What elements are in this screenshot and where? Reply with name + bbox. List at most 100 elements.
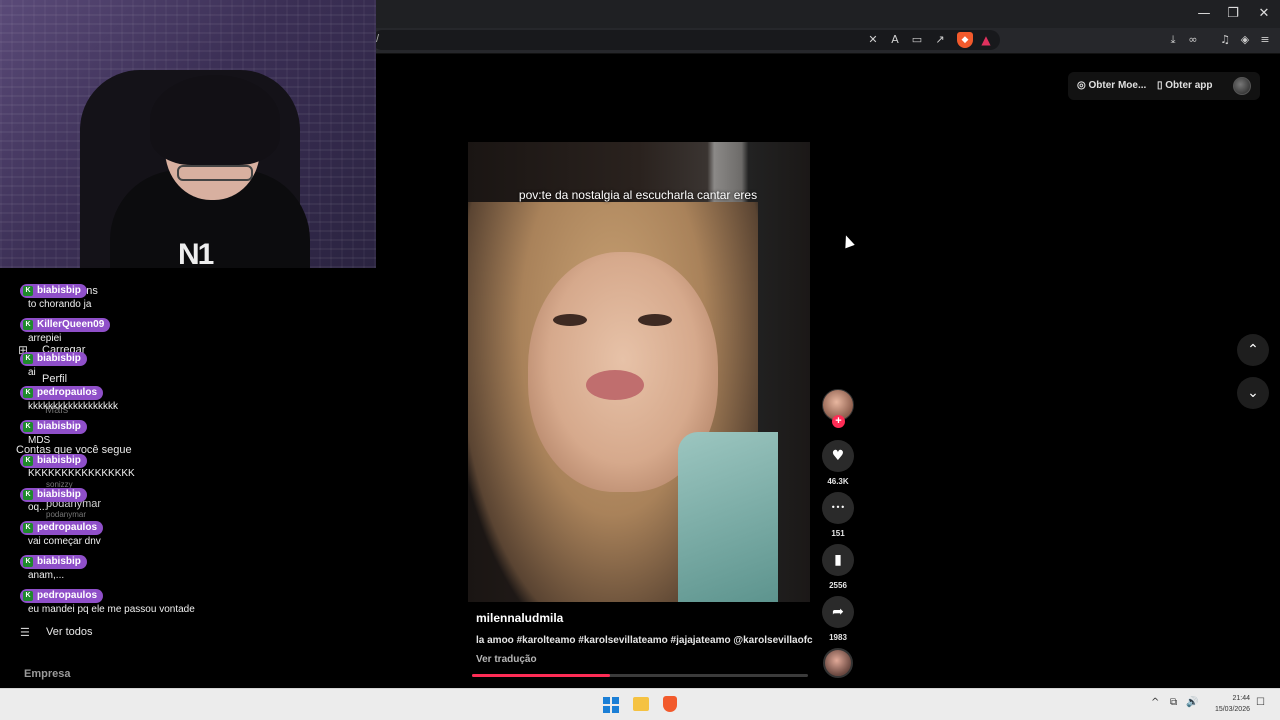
chat-username: Kbiabisbip (20, 488, 87, 502)
video-eye-right (638, 314, 672, 326)
sub-badge-icon: K (23, 422, 33, 432)
get-app-button[interactable]: ▯ Obter app (1157, 76, 1213, 96)
start-button[interactable] (603, 697, 619, 713)
sub-badge-icon: K (23, 456, 33, 466)
menu-icon[interactable]: ≡ (1257, 32, 1273, 48)
save-count: 2556 (829, 581, 847, 590)
vpn-icon[interactable]: ◈ (1237, 32, 1253, 48)
sub-badge-icon: K (23, 354, 33, 364)
company-link[interactable]: Empresa (24, 668, 70, 680)
screen: — ❐ ✕ / ✕ A ▭ ↗ ◆ ▲ ⤓ ∞ ♫ ◈ ≡ ◎ Obter Mo… (0, 0, 1280, 720)
shirt-logo: N1 (178, 238, 214, 268)
link-icon[interactable]: ∞ (1185, 32, 1201, 48)
video-description: la amoo #karolteamo #karolsevillateamo #… (476, 635, 813, 646)
previous-video-button[interactable]: ⌃ (1237, 334, 1269, 366)
brave-browser-icon[interactable] (663, 696, 677, 712)
chevron-down-icon: ⌄ (1247, 385, 1259, 401)
sub-badge-icon: K (23, 490, 33, 500)
chat-message: vai começar dnv (28, 536, 101, 547)
next-video-button[interactable]: ⌄ (1237, 377, 1269, 409)
streamer-hair (150, 75, 280, 165)
cast-icon[interactable]: ▭ (909, 32, 925, 48)
comment-button[interactable]: ••• (822, 492, 854, 524)
url-text: / (376, 33, 380, 45)
webcam-overlay: N1 (0, 0, 376, 268)
network-icon[interactable]: ⧉ (1170, 697, 1177, 708)
share-arrow-icon: ➦ (832, 604, 844, 620)
share-icon[interactable]: ↗ (932, 32, 948, 48)
windows-logo-icon (603, 697, 610, 704)
get-coins-button[interactable]: ◎ Obter Moe... (1077, 76, 1146, 96)
video-author[interactable]: milennaludmila (476, 611, 563, 625)
chat-message: arrepiei (28, 333, 62, 344)
sub-badge-icon: K (23, 286, 33, 296)
clock[interactable]: 21:44 15/03/2026 (1206, 693, 1250, 715)
profile-avatar[interactable] (1233, 77, 1251, 95)
notifications-icon[interactable]: ☐ (1256, 697, 1265, 708)
music-disc[interactable] (823, 648, 853, 678)
chat-username: Kpedropaulos (20, 589, 104, 603)
windows-logo-tile (612, 697, 619, 704)
video-lips (586, 370, 644, 400)
windows-logo-tile (603, 706, 610, 713)
windows-logo-tile (612, 706, 619, 713)
clock-date: 15/03/2026 (1214, 706, 1250, 713)
see-all-link[interactable]: Ver todos (46, 626, 92, 638)
share-button[interactable]: ➦ (822, 596, 854, 628)
chat-username: K KillerQueen09 (20, 318, 111, 332)
following-account-handle: podanymar (46, 510, 87, 519)
bookmark-icon: ▮ (834, 552, 842, 568)
save-button[interactable]: ▮ (822, 544, 854, 576)
video-player[interactable]: pov:te da nostalgia al escucharla cantar… (468, 142, 810, 602)
list-icon: ☰ (20, 627, 30, 639)
video-clothing (678, 432, 778, 602)
sidebar-item-profile[interactable]: Perfil (42, 373, 67, 385)
chat-username: Kbiabisbip (20, 420, 87, 434)
share-count: 1983 (829, 633, 847, 642)
follow-button[interactable]: + (832, 415, 845, 428)
like-count: 46.3K (827, 477, 849, 486)
brave-rewards-icon[interactable]: ▲ (978, 32, 994, 48)
music-icon[interactable]: ♫ (1217, 32, 1233, 48)
chat-message: anam,... (28, 570, 65, 581)
chat-username: Kpedropaulos (20, 386, 104, 400)
download-icon[interactable]: ⤓ (1165, 32, 1181, 48)
address-bar[interactable] (372, 30, 1000, 50)
video-progress-fill (472, 674, 610, 677)
see-translation-link[interactable]: Ver tradução (476, 654, 537, 665)
chat-message: KKKKKKKKKKKKKKKK (28, 468, 135, 479)
chat-message: eu mandei pq ele me passou vontade (28, 604, 195, 615)
comment-icon: ••• (830, 503, 846, 512)
video-progress-bar[interactable] (472, 674, 808, 677)
heart-icon: ♥ (831, 448, 845, 464)
coin-icon: ◎ (1077, 80, 1089, 91)
chat-username: Kpedropaulos (20, 521, 104, 535)
brave-shield-icon[interactable]: ◆ (957, 32, 973, 48)
sub-badge-icon: K (23, 557, 33, 567)
chat-username: Kbiabisbip (20, 555, 87, 569)
sub-badge-icon: K (23, 523, 33, 533)
sub-badge-icon: K (23, 320, 33, 330)
volume-icon[interactable]: 🔊 (1186, 697, 1198, 708)
tray-overflow-icon[interactable]: ^ (1151, 697, 1159, 708)
translate-off-icon[interactable]: ✕ (865, 32, 881, 48)
chat-username: Kbiabisbip (20, 284, 87, 298)
video-eye-left (553, 314, 587, 326)
like-button[interactable]: ♥ (822, 440, 854, 472)
translate-icon[interactable]: A (887, 32, 903, 48)
chat-message: ai (28, 367, 36, 378)
minimize-button[interactable]: — (1189, 4, 1219, 24)
file-explorer-icon[interactable] (633, 697, 649, 711)
video-caption: pov:te da nostalgia al escucharla cantar… (518, 188, 758, 202)
chat-message: MDS (28, 435, 51, 446)
sub-badge-icon: K (23, 388, 33, 398)
chat-message: oq... (28, 502, 48, 513)
chat-username: Kbiabisbip (20, 454, 87, 468)
close-window-button[interactable]: ✕ (1249, 4, 1279, 24)
chat-message: to chorando ja (28, 299, 92, 310)
maximize-button[interactable]: ❐ (1218, 4, 1248, 24)
clock-time: 21:44 (1232, 695, 1250, 702)
mouse-cursor (841, 233, 855, 249)
chevron-up-icon: ⌃ (1247, 342, 1259, 358)
chat-username: Kbiabisbip (20, 352, 87, 366)
